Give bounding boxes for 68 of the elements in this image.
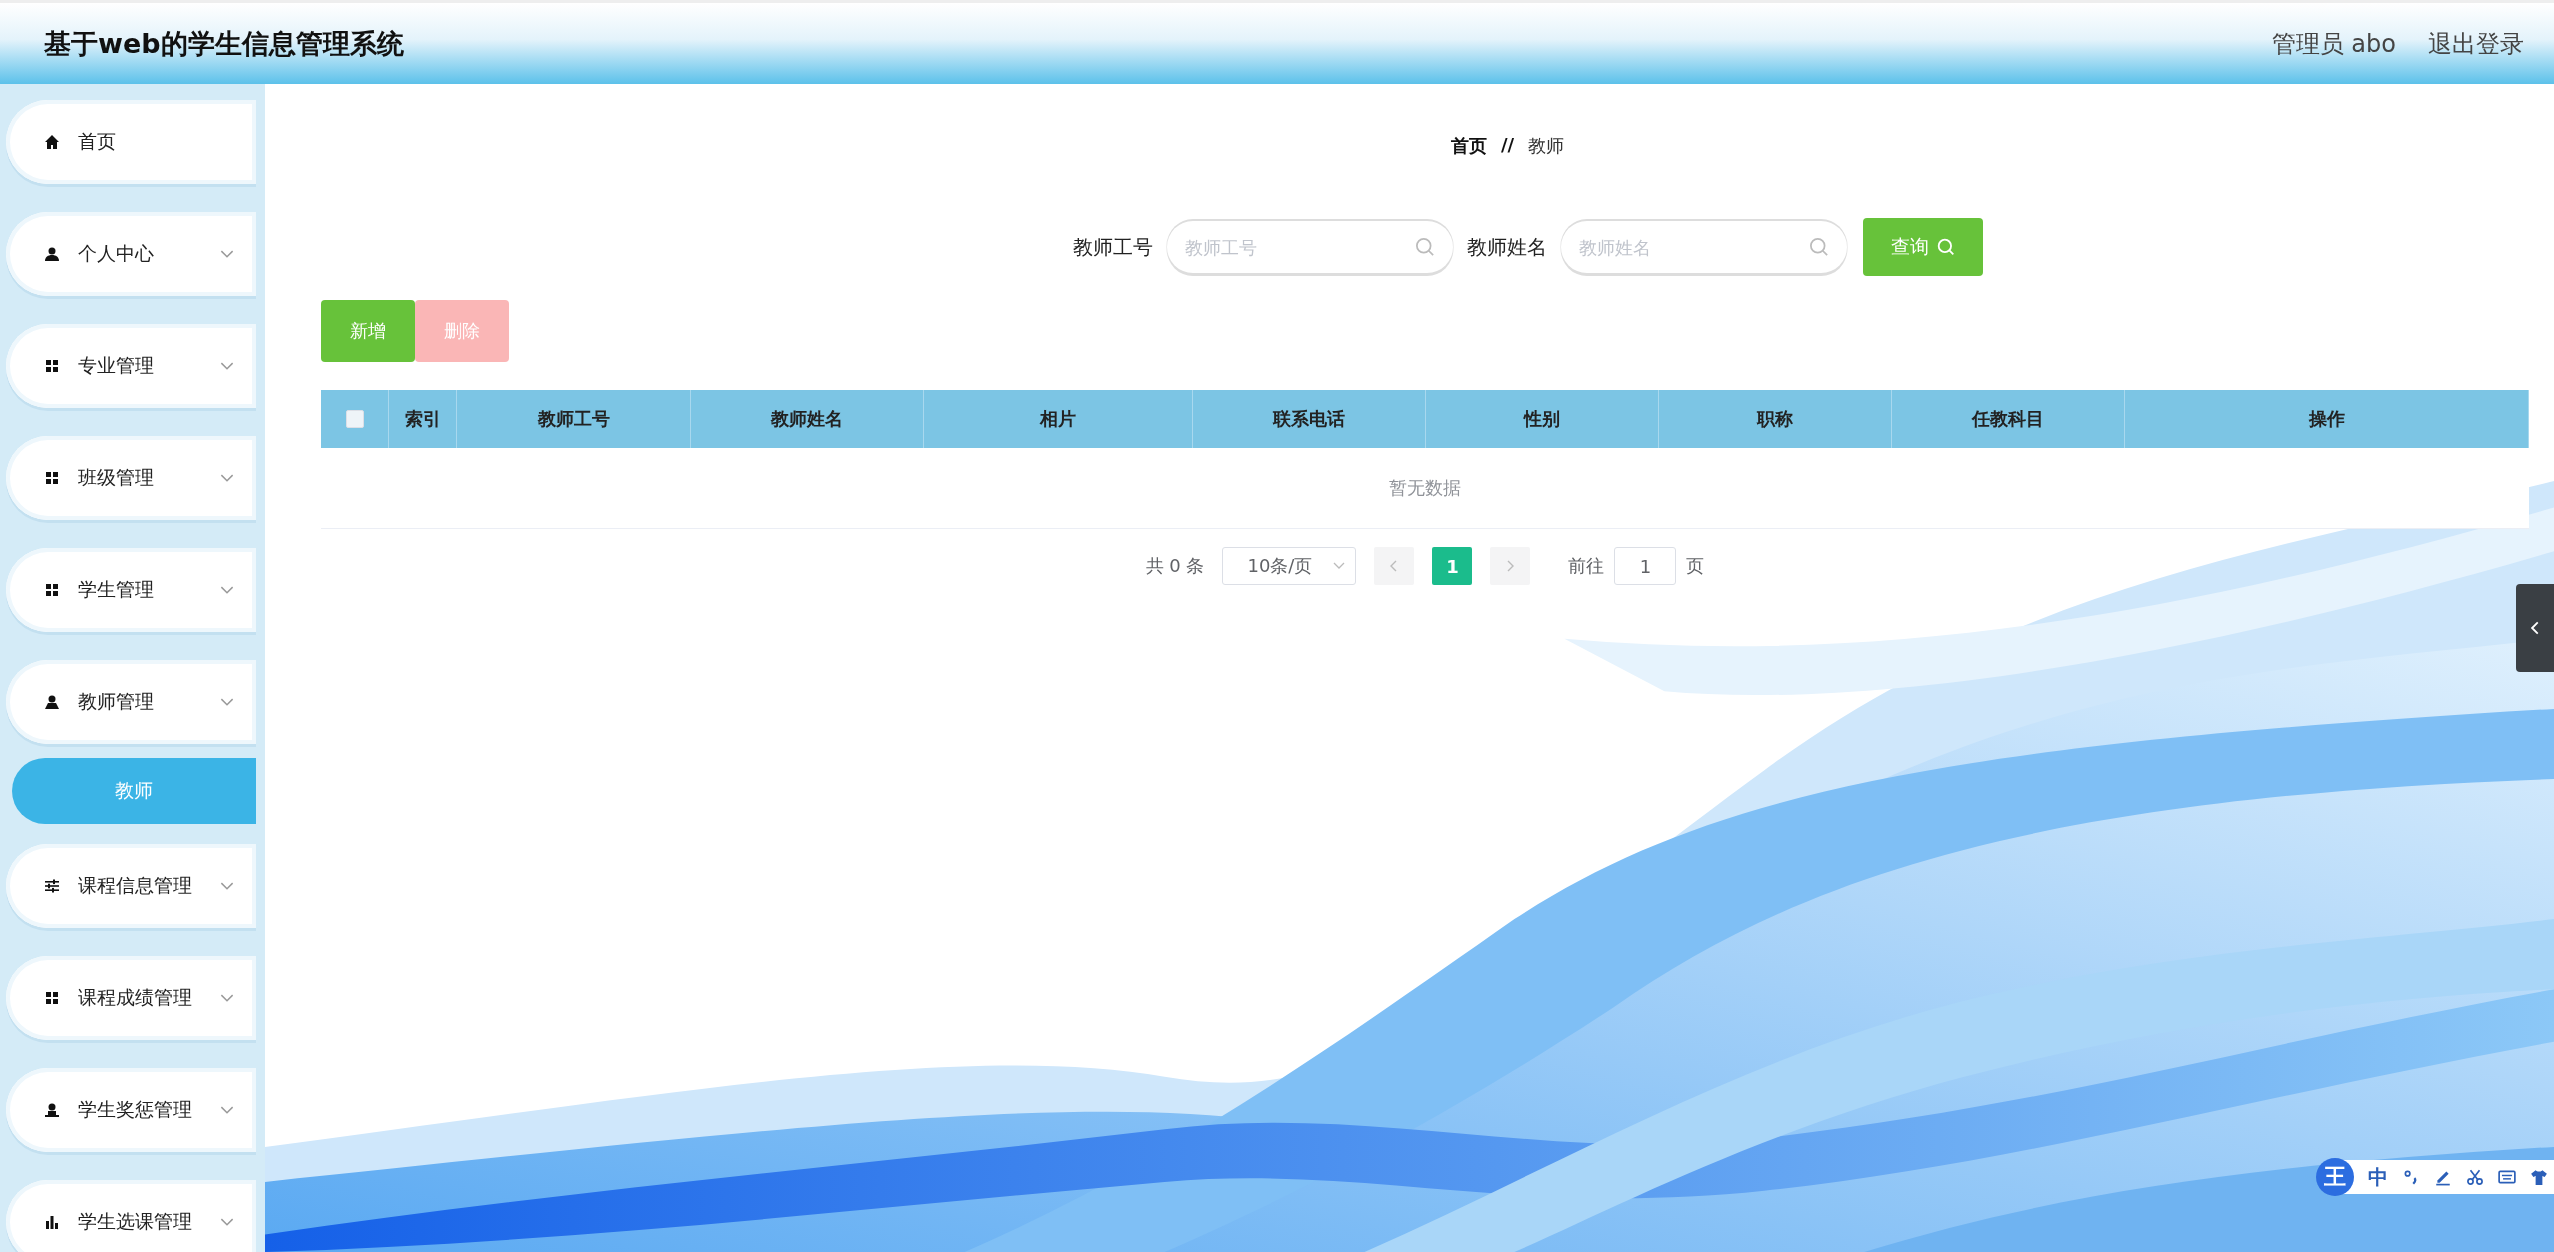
grid-icon [44,358,60,374]
chevron-down-icon [1333,562,1346,570]
sidebar-item[interactable]: 专业管理 [6,324,256,408]
chevron-down-icon [220,249,234,259]
grid-icon [44,990,60,1006]
grid-icon [44,582,60,598]
search-icon [1414,237,1435,257]
chevron-down-icon [220,473,234,483]
chevron-left-icon [2530,621,2540,635]
chevron-down-icon [220,1105,234,1115]
chevron-down-icon [220,585,234,595]
user-name: 管理员 abo [2271,28,2396,60]
sidebar-item[interactable]: 课程成绩管理 [6,956,256,1040]
search-field[interactable]: 教师工号 [1166,221,1453,273]
column-header: 联系电话 [1193,390,1426,448]
sidebar-item[interactable]: 学生奖惩管理 [6,1068,256,1152]
column-header: 教师工号 [457,390,691,448]
search-icon [1808,237,1829,257]
breadcrumb-link[interactable]: 首页 [1450,134,1487,158]
field-label: 教师姓名 [1466,233,1547,261]
keyboard-icon[interactable] [2498,1168,2516,1186]
ime-mode-toggle[interactable]: 中 [2368,1163,2388,1191]
breadcrumb-separator: // [1500,134,1515,157]
chevron-down-icon [220,361,234,371]
total-count: 共 0 条 [1145,554,1205,578]
sidebar-item[interactable]: 个人中心 [6,212,256,296]
scissors-icon[interactable] [2466,1168,2484,1186]
person-icon [44,694,60,710]
select-all-checkbox[interactable] [345,410,364,428]
jump-label: 前往 [1568,554,1605,578]
user-icon [44,246,60,262]
chevron-down-icon [220,1217,234,1227]
pen-icon[interactable] [2434,1168,2452,1186]
grid-icon [44,470,60,486]
page-size-select[interactable]: 10条/页 [1222,547,1357,585]
chevron-down-icon [220,993,234,1003]
page-suffix: 页 [1686,554,1705,578]
chevron-left-icon [1390,560,1399,572]
column-header: 职称 [1659,390,1892,448]
column-header: 性别 [1426,390,1659,448]
drawer-toggle-button[interactable] [2516,584,2554,672]
chevron-right-icon [1506,560,1515,572]
home-icon [44,134,60,150]
field-label: 教师工号 [1072,233,1153,261]
column-header: 索引 [389,390,457,448]
sidebar-item[interactable]: 班级管理 [6,436,256,520]
sidebar-item[interactable]: 学生管理 [6,548,256,632]
empty-text: 暂无数据 [1389,476,1461,500]
column-header: 任教科目 [1892,390,2125,448]
sidebar-item[interactable]: 课程信息管理 [6,844,256,928]
shirt-icon[interactable] [2530,1168,2548,1186]
chevron-down-icon [220,881,234,891]
sidebar-item[interactable]: 学生选课管理 [6,1180,256,1252]
search-icon [1936,238,1955,256]
logout-link[interactable]: 退出登录 [2428,27,2524,60]
page-input[interactable]: 1 [1614,547,1677,585]
chevron-down-icon [220,697,234,707]
column-header: 相片 [924,390,1193,448]
search-field[interactable]: 教师姓名 [1560,221,1847,273]
bar-chart-icon [44,1214,60,1230]
breadcrumb-current: 教师 [1528,134,1565,158]
sidebar-item[interactable]: 首页 [6,100,256,184]
sidebar-item[interactable]: 教师管理 [6,660,256,744]
person-icon [44,1102,60,1118]
app-title: 基于web的学生信息管理系统 [44,26,405,61]
column-header: 操作 [2125,390,2529,448]
sliders-icon [44,878,60,894]
column-header: 教师姓名 [691,390,924,448]
